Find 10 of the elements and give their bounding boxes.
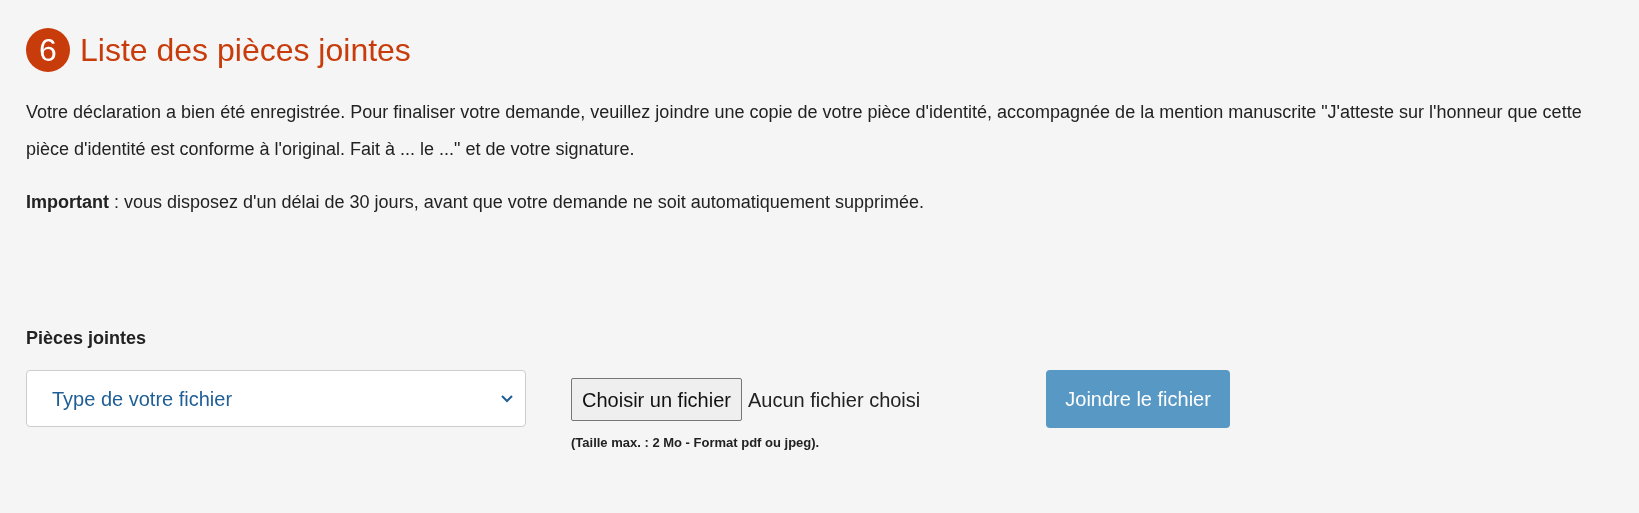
info-paragraph: Votre déclaration a bien été enregistrée. Pour finaliser votre demande, veuillez joindre une copie de votre pièce d'identité, accompagnée de la mention manuscrite "J'atteste sur l'honneur que cette pièce d'identité est conforme à l'original. Fait à ... le ..." et de votre signature. <box>26 101 1583 161</box>
chevron-down-icon <box>501 394 513 403</box>
choose-file-button[interactable]: Choisir un fichier <box>571 378 742 421</box>
file-type-select[interactable]: Type de votre fichier <box>26 370 526 427</box>
file-status-text: Aucun fichier choisi <box>747 387 921 413</box>
file-hint-text: (Taille max. : 2 Mo - Format pdf ou jpeg). <box>571 434 821 452</box>
step-number-badge: 6 <box>26 28 70 72</box>
info-paragraph: Important : vous disposez d'un délai de 30 jours, avant que votre demande ne soit automatiquement supprimée. <box>26 191 925 214</box>
section-title: Liste des pièces jointes <box>80 31 411 70</box>
attachments-label: Pièces jointes <box>26 327 148 350</box>
